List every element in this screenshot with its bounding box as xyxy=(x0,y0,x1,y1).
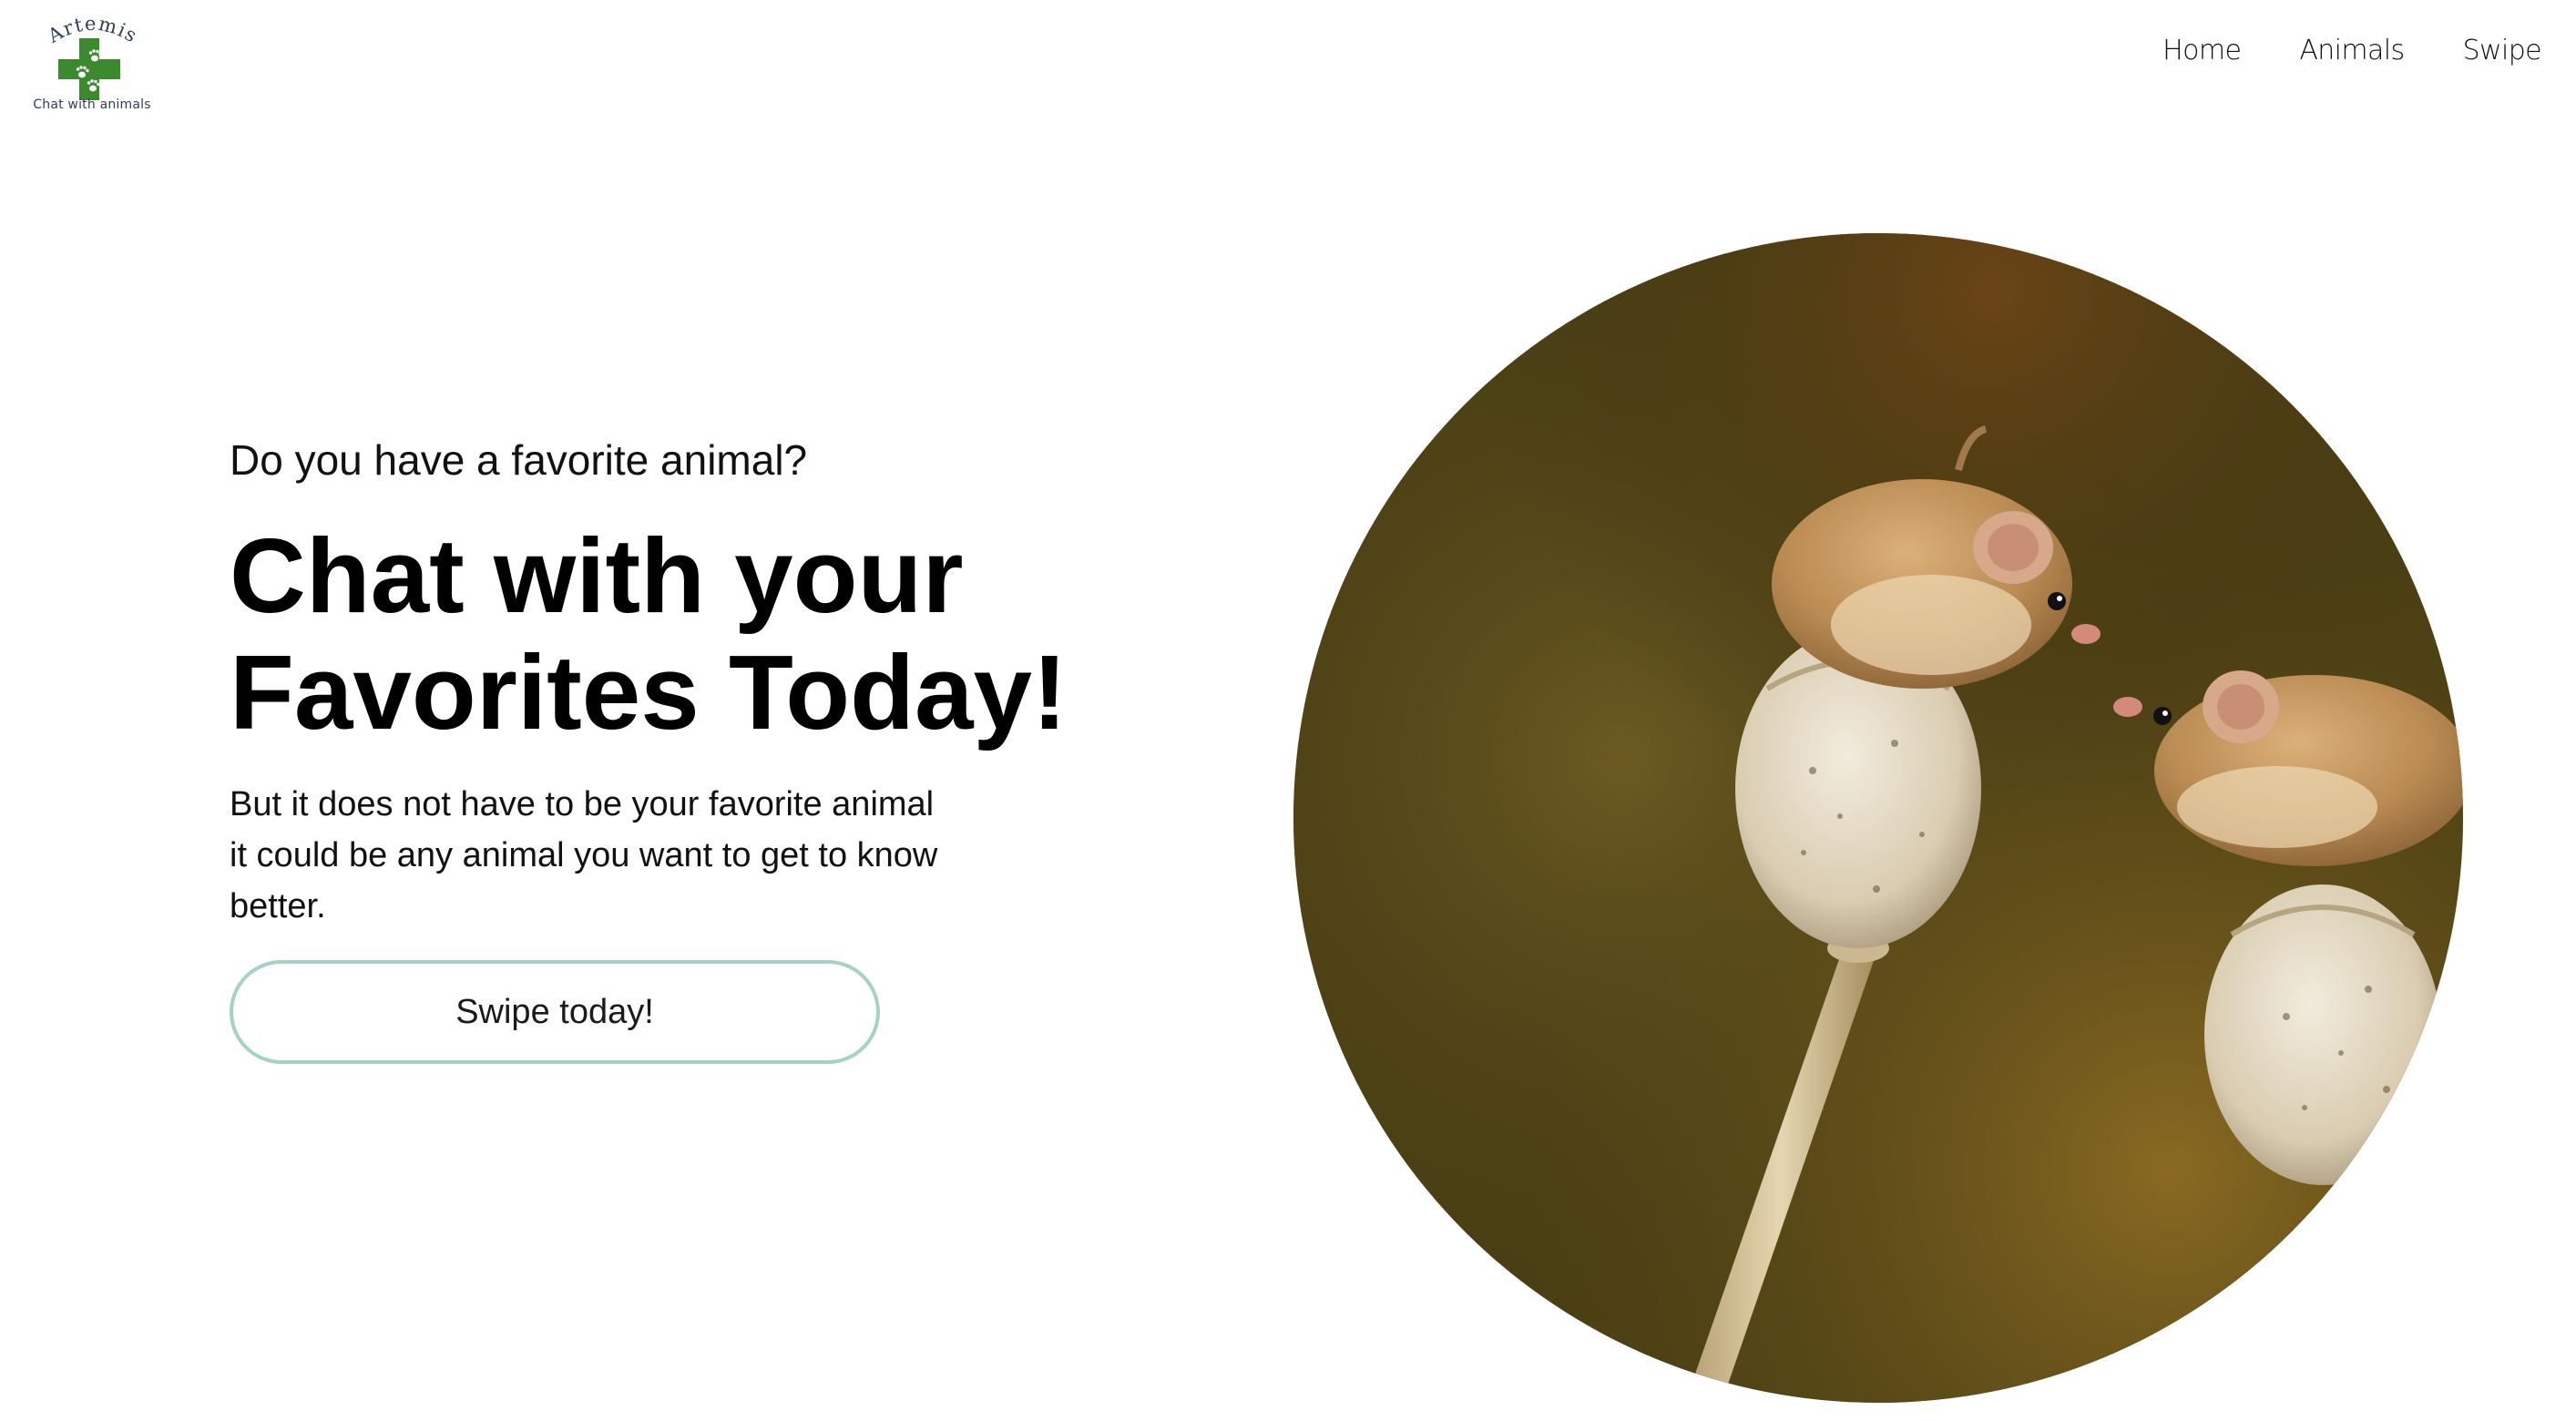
hero-description-line-2: it could be any animal you want to get t… xyxy=(230,836,938,874)
hero-headline-line-1: Chat with your xyxy=(230,516,964,635)
paw-cross-icon xyxy=(58,38,120,100)
hero-description: But it does not have to be your favorite… xyxy=(230,779,1031,932)
nav-item-animals[interactable]: Animals xyxy=(2299,35,2405,66)
hero-image-harvest-mice xyxy=(1293,233,2463,1403)
swipe-today-button[interactable]: Swipe today! xyxy=(230,960,880,1064)
nav-item-home[interactable]: Home xyxy=(2162,35,2242,66)
hero-headline: Chat with your Favorites Today! xyxy=(230,517,1068,751)
hero-description-line-1: But it does not have to be your favorite… xyxy=(230,785,935,823)
top-navigation: Home Animals Swipe xyxy=(2162,35,2541,66)
brand-logo[interactable]: Artemis Chat with animals xyxy=(27,11,157,118)
hero-eyebrow: Do you have a favorite animal? xyxy=(230,436,808,484)
nav-item-swipe[interactable]: Swipe xyxy=(2463,35,2542,66)
hero-description-line-3: better. xyxy=(230,887,326,925)
hero-headline-line-2: Favorites Today! xyxy=(230,633,1068,751)
brand-tagline: Chat with animals xyxy=(33,97,151,112)
